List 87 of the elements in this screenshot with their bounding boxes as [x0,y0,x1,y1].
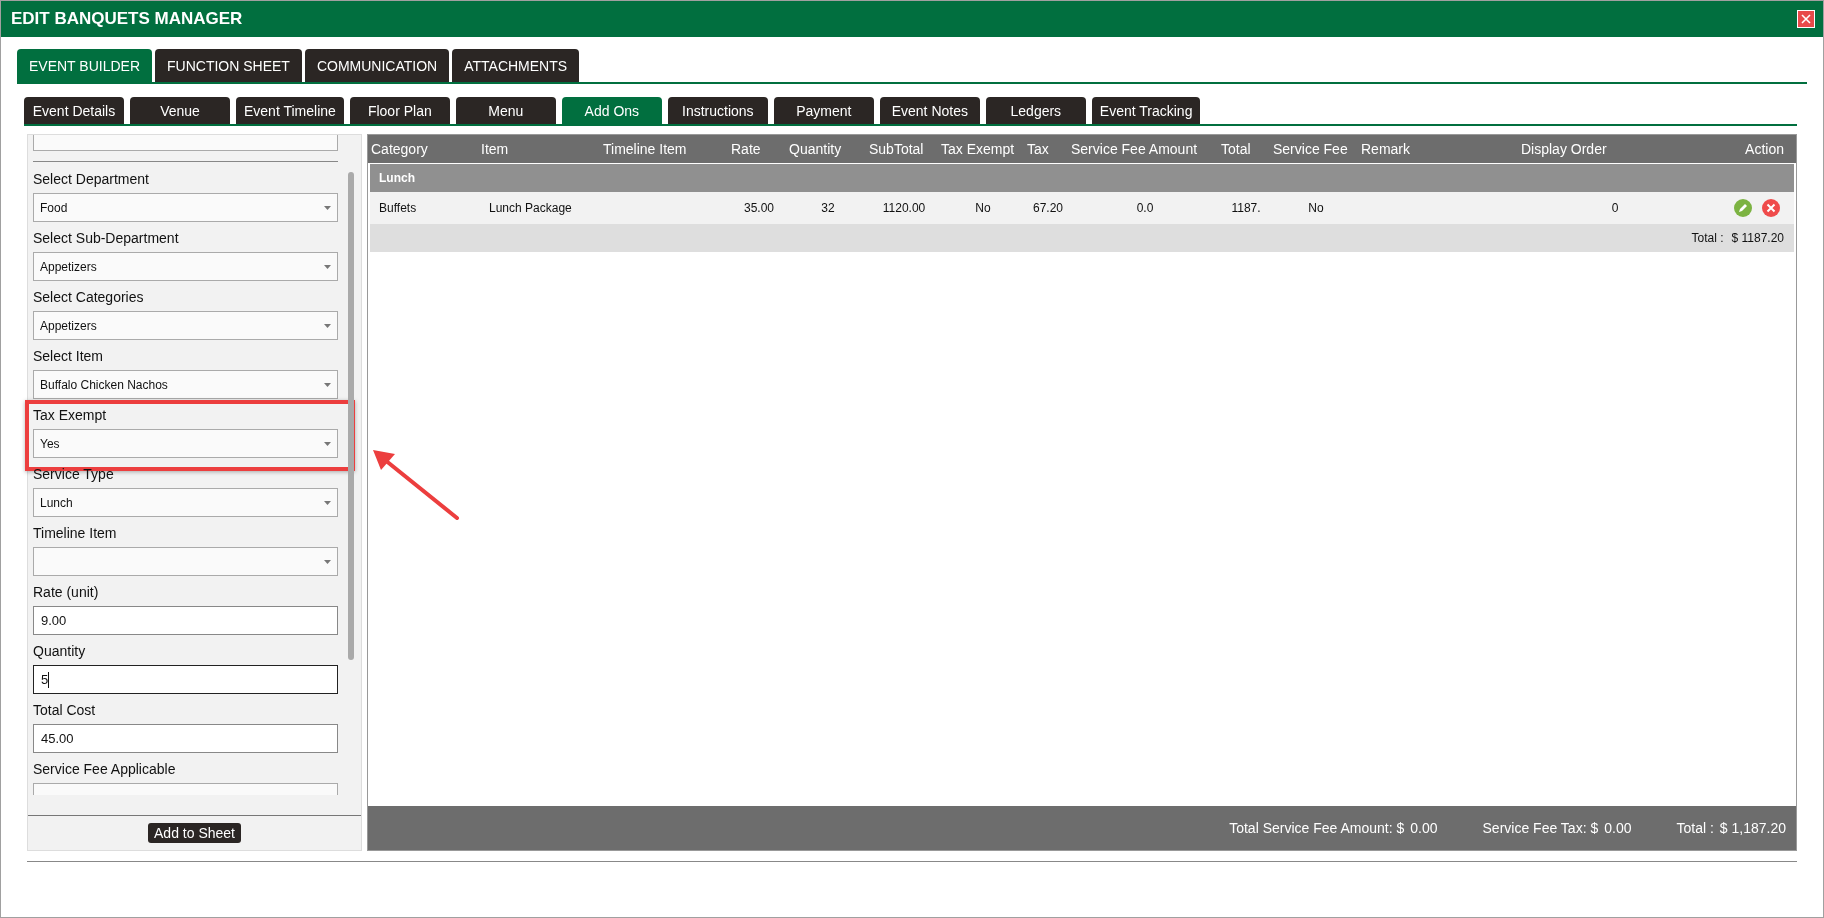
table-cell-text: 67.20 [1032,201,1064,215]
column-header[interactable]: Quantity [786,141,866,157]
table-cell-text: 1120.00 [881,201,927,215]
field-label: Rate (unit) [33,583,100,601]
tab[interactable]: FUNCTION SHEET [155,49,302,82]
close-icon [1800,13,1812,25]
column-header[interactable]: Action [1708,141,1796,157]
dropdown-field[interactable]: Yes [33,429,338,458]
input-field[interactable]: 5 [33,665,338,694]
tab[interactable]: Event Notes [879,97,980,124]
tab[interactable]: ATTACHMENTS [452,49,580,82]
field-label: Service Type [33,465,115,483]
column-header[interactable]: Category [368,141,478,157]
field-label: Select Categories [33,288,145,306]
delete-icon[interactable] [1762,199,1780,217]
tab[interactable]: Event Timeline [236,97,344,124]
tab[interactable]: Event Tracking [1091,97,1201,124]
tab[interactable]: Instructions [667,97,768,124]
tab[interactable]: Floor Plan [349,97,450,124]
table-cell-text: Lunch Package [488,201,573,215]
tab[interactable]: Ledgers [985,97,1086,124]
dropdown-field[interactable] [33,547,338,576]
footer-label: Service Fee Tax: $ [1482,820,1599,836]
table-cell-text: 0 [1610,201,1620,215]
column-header[interactable]: Display Order [1518,141,1708,157]
tab[interactable]: COMMUNICATION [304,49,450,82]
column-header[interactable]: Service Fee Amount [1068,141,1218,157]
field-label: Total Cost [33,701,97,719]
tab[interactable]: Payment [773,97,874,124]
dropdown-field[interactable]: Lunch [33,488,338,517]
column-header[interactable]: SubTotal [866,141,938,157]
tab[interactable]: Menu [455,97,556,124]
caret-icon [324,441,331,446]
column-header[interactable]: Item [478,141,600,157]
edit-icon[interactable] [1734,199,1752,217]
caret-icon [324,205,331,210]
column-header[interactable]: Total [1218,141,1270,157]
column-header[interactable]: Tax [1024,141,1068,157]
total-value: $ 1187.20 [1731,231,1784,245]
scrollbar-thumb[interactable] [348,172,354,660]
field-label: Service Fee Applicable [33,760,177,778]
table-cell-text: No [1307,201,1325,215]
caret-icon [324,559,331,564]
column-header[interactable]: Service Fee [1270,141,1358,157]
field-label: Select Sub-Department [33,229,180,247]
input-field[interactable]: 45.00 [33,724,338,753]
tab[interactable]: Venue [130,97,230,124]
field-label: Timeline Item [33,524,118,542]
table-cell-text: Buffets [378,201,418,215]
caret-icon [324,500,331,505]
dropdown-field[interactable]: Buffalo Chicken Nachos [33,370,338,399]
table-cell-text: 0.0 [1135,201,1155,215]
close-button[interactable] [1797,10,1815,28]
total-label: Total : [1691,231,1724,245]
table-cell-text: 32 [820,201,836,215]
footer-value: $ 1,187.20 [1719,820,1786,836]
column-header[interactable]: Rate [728,141,786,157]
field-label: Quantity [33,642,87,660]
column-header[interactable]: Tax Exempt [938,141,1024,157]
footer-label: Total : [1676,820,1714,836]
caret-icon [324,264,331,269]
column-header[interactable]: Remark [1358,141,1518,157]
group-header: Lunch [370,164,1794,192]
tab[interactable]: EVENT BUILDER [17,49,152,82]
tab[interactable]: Add Ons [561,97,662,124]
dropdown-field[interactable]: Food [33,193,338,222]
input-field[interactable] [33,135,338,151]
add-to-sheet-button[interactable]: Add to Sheet [148,823,241,843]
footer-value: 0.00 [1604,820,1632,836]
tab[interactable]: Event Details [24,97,124,124]
table-cell-text: 35.00 [743,201,775,215]
field-label: Select Item [33,347,105,365]
table-cell-text: 1187. [1230,201,1262,215]
table-cell-text: No [974,201,992,215]
field-label: Tax Exempt [33,406,108,424]
caret-icon [324,323,331,328]
window-title: EDIT BANQUETS MANAGER [11,9,243,29]
caret-icon [324,382,331,387]
field-label: Select Department [33,170,150,188]
dropdown-field[interactable] [33,783,338,795]
text-cursor [48,671,50,688]
column-header[interactable]: Timeline Item [600,141,728,157]
input-field[interactable]: 9.00 [33,606,338,635]
footer-value: 0.00 [1410,820,1438,836]
dropdown-field[interactable]: Appetizers [33,311,338,340]
dropdown-field[interactable]: Appetizers [33,252,338,281]
footer-label: Total Service Fee Amount: $ [1229,820,1405,836]
